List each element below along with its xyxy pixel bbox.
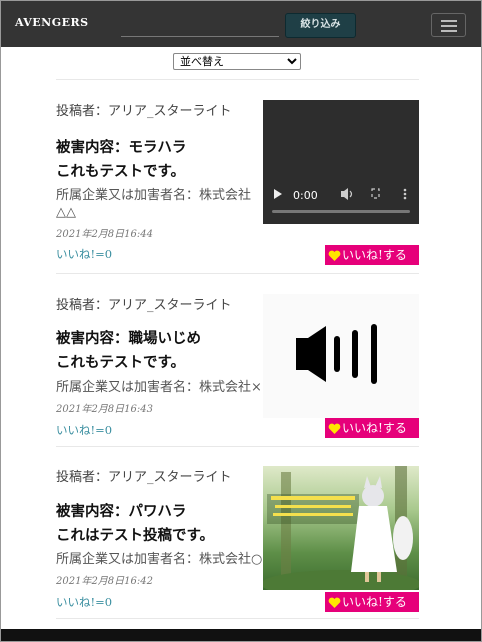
damage-type: 被害内容：モラハラ: [56, 140, 187, 156]
play-icon: [274, 189, 282, 199]
damage-type: 被害内容：職場いじめ: [56, 331, 201, 347]
like-count: いいね!=0: [56, 595, 113, 609]
poster-name: 投稿者：アリア_スターライト: [56, 470, 232, 485]
footer-bar: [1, 629, 481, 641]
like-button[interactable]: いいね!する: [325, 592, 419, 612]
post-date: 2021年2月8日16:43: [56, 404, 153, 415]
post-body: これはテスト投稿です。: [56, 528, 215, 544]
heart-icon: [328, 250, 341, 261]
divider: [56, 446, 419, 447]
like-button-label: いいね!する: [342, 421, 407, 435]
post-date: 2021年2月8日16:44: [56, 229, 153, 240]
like-count: いいね!=0: [56, 247, 113, 261]
divider: [56, 79, 419, 80]
video-time: 0:00: [293, 189, 318, 202]
like-button-label: いいね!する: [342, 248, 407, 262]
sort-select[interactable]: 並べ替え: [173, 53, 301, 70]
speaker-icon: [296, 324, 377, 384]
more-icon: [403, 188, 407, 192]
divider: [56, 273, 419, 274]
heart-icon: [328, 597, 341, 608]
hamburger-icon[interactable]: [431, 13, 466, 37]
navbar: AVENGERS 絞り込み: [1, 1, 481, 47]
like-button[interactable]: いいね!する: [325, 245, 419, 265]
company-name: 所属企業又は加害者名：株式会社○○: [56, 552, 274, 567]
audio-thumbnail[interactable]: [263, 294, 419, 418]
poster-name: 投稿者：アリア_スターライト: [56, 298, 232, 313]
divider: [56, 618, 419, 619]
illustration: [263, 466, 419, 590]
like-count: いいね!=0: [56, 423, 113, 437]
fullscreen-icon: [371, 188, 380, 199]
page-frame: AVENGERS 絞り込み 並べ替え 投稿者：アリア_スターライト 被害内容：モ…: [0, 0, 482, 642]
post-body: これもテストです。: [56, 355, 186, 371]
video-controls: [272, 188, 410, 213]
search-input[interactable]: [121, 14, 279, 37]
company-name: 所属企業又は加害者名：株式会社××: [56, 380, 273, 395]
post-image[interactable]: [263, 466, 419, 590]
volume-icon: [341, 188, 348, 200]
heart-icon: [328, 423, 341, 434]
damage-type: 被害内容：パワハラ: [56, 504, 187, 520]
post-date: 2021年2月8日16:42: [56, 576, 153, 587]
brand-logo[interactable]: AVENGERS: [15, 16, 89, 29]
video-player[interactable]: 0:00: [263, 100, 419, 224]
poster-name: 投稿者：アリア_スターライト: [56, 104, 232, 119]
company-name: 所属企業又は加害者名：株式会社△△: [56, 188, 252, 220]
post-body: これもテストです。: [56, 164, 186, 180]
like-button[interactable]: いいね!する: [325, 418, 419, 438]
like-button-label: いいね!する: [342, 595, 407, 609]
progress-bar: [272, 210, 410, 213]
filter-button[interactable]: 絞り込み: [285, 13, 356, 38]
